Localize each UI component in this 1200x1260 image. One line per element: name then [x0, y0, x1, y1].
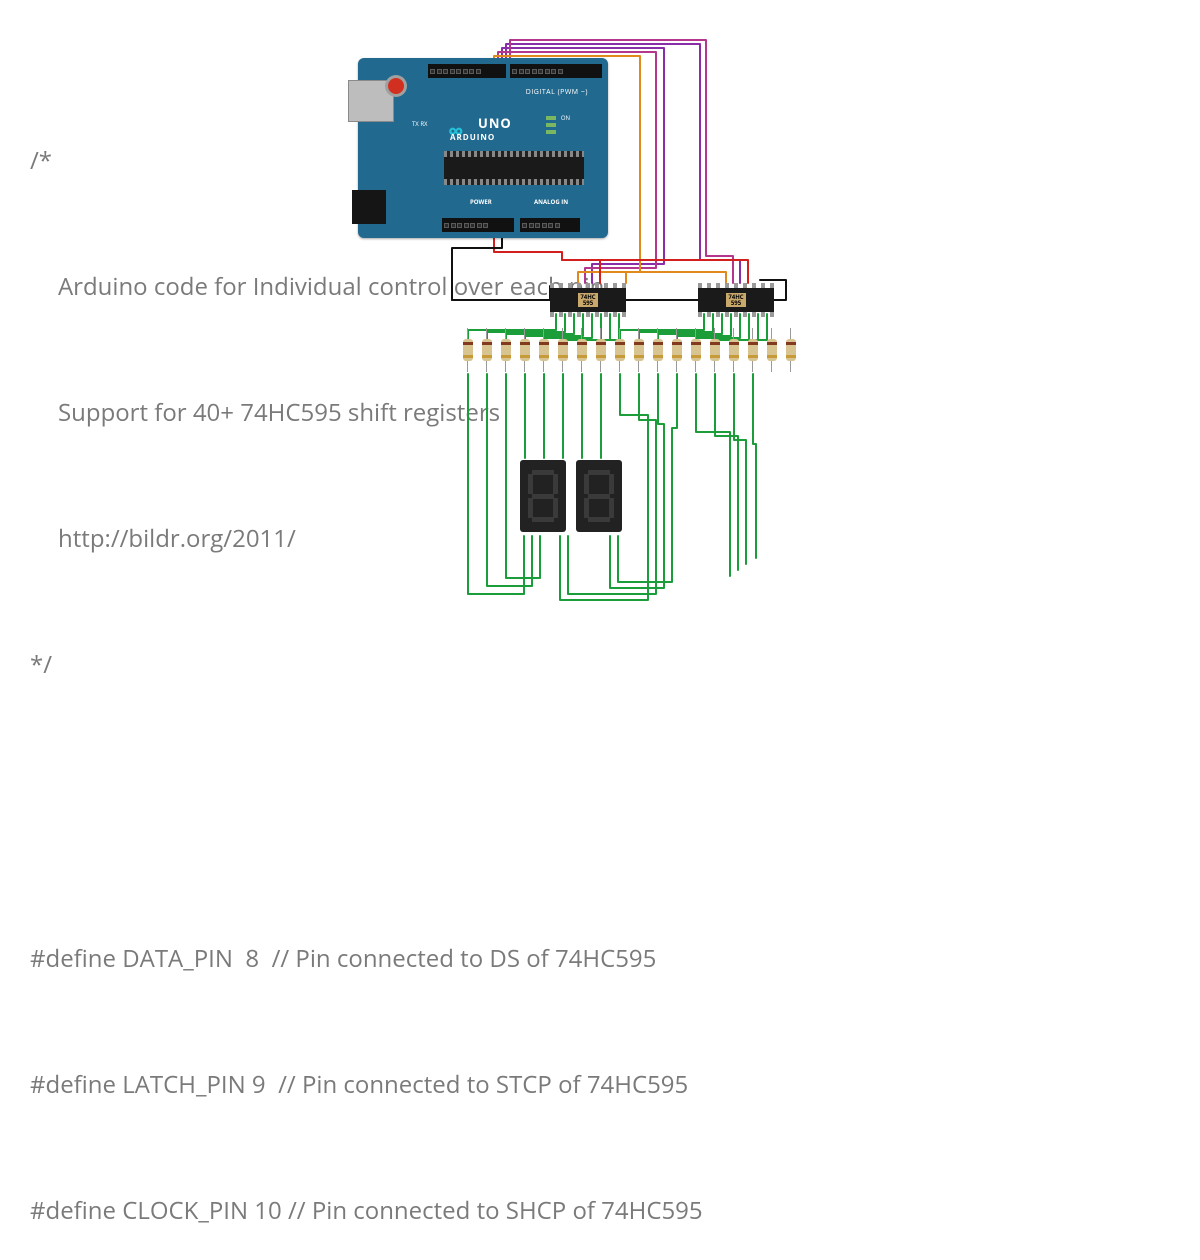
digital-pwm-label: DIGITAL (PWM ~) — [526, 88, 588, 97]
resistor — [593, 328, 608, 372]
resistor — [631, 328, 646, 372]
analog-group-label: ANALOG IN — [534, 198, 568, 206]
resistor — [517, 328, 532, 372]
seven-segment-display-2 — [576, 460, 622, 532]
resistor — [612, 328, 627, 372]
shift-register-2: 74HC595 — [698, 288, 774, 312]
code-line: #define DATA_PIN 8 // Pin connected to D… — [30, 938, 703, 980]
resistor — [783, 328, 798, 372]
code-line: */ — [30, 644, 703, 686]
board-model-label: UNO — [478, 114, 512, 132]
code-line: #define CLOCK_PIN 10 // Pin connected to… — [30, 1190, 703, 1232]
txrx-label: TX RX — [412, 120, 428, 129]
resistor — [726, 328, 741, 372]
atmega-chip-icon — [444, 154, 584, 182]
resistor — [745, 328, 760, 372]
resistor — [460, 328, 475, 372]
power-header[interactable] — [442, 218, 514, 232]
resistor — [574, 328, 589, 372]
resistor — [764, 328, 779, 372]
on-led-label: ON — [561, 114, 570, 122]
resistor — [498, 328, 513, 372]
resistor — [669, 328, 684, 372]
code-line: #define LATCH_PIN 9 // Pin connected to … — [30, 1064, 703, 1106]
resistor — [536, 328, 551, 372]
reset-button[interactable] — [388, 78, 404, 94]
resistor-row — [460, 328, 798, 372]
shift-register-1: 74HC595 — [550, 288, 626, 312]
resistor — [650, 328, 665, 372]
status-leds — [546, 116, 556, 134]
chip-label: 74HC595 — [726, 293, 745, 307]
seven-segment-display-1 — [520, 460, 566, 532]
resistor — [688, 328, 703, 372]
resistor — [479, 328, 494, 372]
chip-label: 74HC595 — [578, 293, 597, 307]
resistor — [555, 328, 570, 372]
analog-header[interactable] — [520, 218, 580, 232]
power-group-label: POWER — [470, 198, 492, 206]
board-brand-label: ARDUINO — [450, 132, 495, 143]
power-jack-icon — [352, 190, 386, 224]
digital-header-right[interactable] — [510, 64, 602, 78]
resistor — [707, 328, 722, 372]
code-line: Support for 40+ 74HC595 shift registers — [30, 392, 703, 434]
arduino-uno-board: ∞ UNO ARDUINO TX RX ON DIGITAL (PWM ~) P… — [358, 58, 608, 238]
digital-header-left[interactable] — [428, 64, 506, 78]
